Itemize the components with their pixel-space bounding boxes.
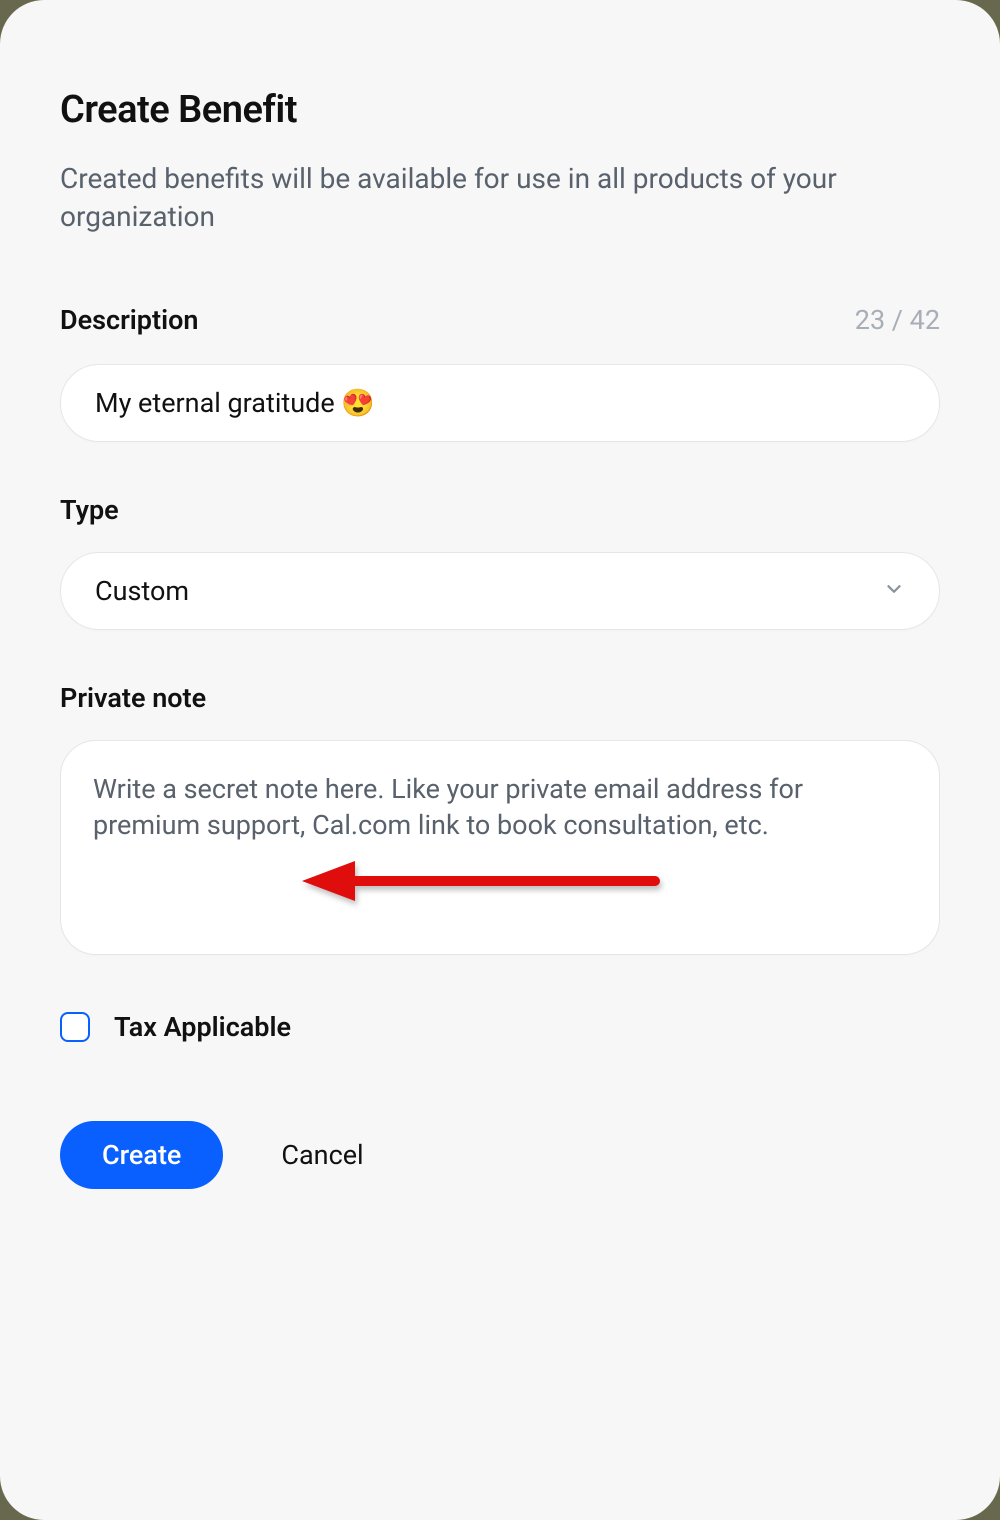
tax-applicable-row: Tax Applicable [60,1011,940,1043]
type-label: Type [60,494,119,526]
type-block: Type Custom [60,494,940,630]
chevron-down-icon [883,575,905,607]
private-note-block: Private note [60,682,940,959]
button-row: Create Cancel [60,1121,940,1189]
modal-title: Create Benefit [60,88,940,132]
private-note-textarea[interactable] [60,740,940,955]
type-selected-value: Custom [95,575,189,607]
tax-applicable-checkbox[interactable] [60,1012,90,1042]
description-counter: 23 / 42 [855,304,940,336]
tax-applicable-label: Tax Applicable [114,1011,291,1043]
type-select[interactable]: Custom [60,552,940,630]
cancel-button[interactable]: Cancel [281,1139,363,1171]
modal-subtitle: Created benefits will be available for u… [60,160,880,236]
description-input[interactable] [60,364,940,442]
description-header: Description 23 / 42 [60,304,940,336]
description-label: Description [60,304,198,336]
private-note-label: Private note [60,682,206,714]
create-benefit-modal: Create Benefit Created benefits will be … [0,0,1000,1520]
create-button[interactable]: Create [60,1121,223,1189]
